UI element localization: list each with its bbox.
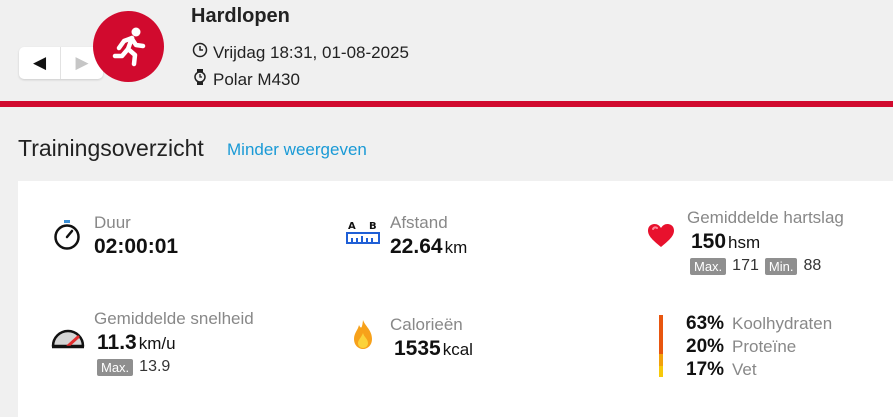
- duration-label: Duur: [94, 213, 131, 232]
- carbs-percent: 63%: [686, 313, 725, 334]
- fat-bar: [659, 366, 663, 377]
- speed-unit: km/u: [138, 334, 176, 353]
- running-sport-icon: [93, 11, 164, 82]
- stopwatch-icon: [52, 219, 82, 256]
- session-device: Polar M430: [192, 68, 300, 91]
- calories-label: Calorieën: [390, 315, 463, 334]
- heart-rate-label: Gemiddelde hartslag: [687, 208, 844, 227]
- session-datetime: Vrijdag 18:31, 01-08-2025: [192, 42, 409, 63]
- macro-distribution-bar: [659, 315, 663, 377]
- speed-max: 13.9: [139, 358, 171, 375]
- distance-ruler-icon: A B: [346, 219, 380, 254]
- energy-sources: 63% Koolhydraten 20% Proteïne 17% Vet: [686, 313, 832, 382]
- speed-value: 11.3: [97, 331, 137, 354]
- calories-unit: kcal: [442, 340, 473, 359]
- macro-row-fat: 17% Vet: [686, 359, 832, 382]
- heart-rate-stat: Gemiddelde hartslag 150 hsm Max. 171 Min.…: [687, 208, 844, 275]
- speed-max-tag: Max.: [97, 358, 134, 376]
- speed-label: Gemiddelde snelheid: [94, 309, 254, 328]
- heart-rate-range: Max. 171 Min. 88: [690, 257, 844, 275]
- session-header: ◀ ▶ Hardlopen Vrijdag 18:31, 01-08-2025 …: [0, 0, 893, 101]
- flame-icon: [352, 319, 374, 356]
- heart-rate-min: 88: [803, 257, 822, 274]
- macro-row-carbs: 63% Koolhydraten: [686, 313, 832, 336]
- heart-rate-value: 150: [691, 230, 727, 253]
- distance-value: 22.64: [390, 235, 443, 258]
- carbs-bar: [659, 315, 663, 354]
- datetime-text: Vrijdag 18:31, 01-08-2025: [213, 42, 409, 62]
- show-less-link[interactable]: Minder weergeven: [227, 140, 367, 160]
- macro-row-protein: 20% Proteïne: [686, 336, 832, 359]
- carbs-label: Koolhydraten: [732, 314, 833, 333]
- speed-range: Max. 13.9: [97, 358, 254, 376]
- sport-title: Hardlopen: [191, 5, 290, 27]
- protein-label: Proteïne: [732, 337, 797, 356]
- calories-value: 1535: [394, 337, 441, 360]
- protein-bar: [659, 354, 663, 366]
- fat-label: Vet: [732, 360, 757, 379]
- clock-icon: [192, 42, 208, 63]
- speed-stat: Gemiddelde snelheid 11.3 km/u Max. 13.9: [94, 309, 254, 376]
- duration-stat: Duur 02:00:01: [94, 213, 178, 259]
- max-tag: Max.: [690, 257, 727, 275]
- distance-unit: km: [444, 238, 468, 257]
- header-divider: [0, 101, 893, 107]
- device-text: Polar M430: [213, 69, 300, 89]
- protein-percent: 20%: [686, 336, 725, 357]
- svg-text:B: B: [369, 221, 377, 232]
- training-summary-panel: Duur 02:00:01 A B Afstand 22.64 km Gemidd…: [18, 181, 893, 417]
- section-title: Trainingsoverzicht: [18, 135, 204, 161]
- distance-label: Afstand: [390, 213, 448, 232]
- session-navigation: ◀ ▶: [19, 47, 103, 79]
- heart-rate-unit: hsm: [728, 233, 761, 252]
- svg-text:A: A: [348, 221, 356, 232]
- heart-icon: [647, 223, 675, 254]
- distance-stat: Afstand 22.64 km: [390, 213, 467, 259]
- duration-value: 02:00:01: [94, 235, 179, 258]
- heart-rate-max: 171: [732, 257, 759, 274]
- speedometer-icon: [51, 327, 85, 354]
- fat-percent: 17%: [686, 359, 725, 380]
- watch-icon: [192, 68, 208, 91]
- calories-stat: Calorieën 1535 kcal: [390, 315, 473, 361]
- previous-session-button[interactable]: ◀: [19, 47, 61, 79]
- min-tag: Min.: [764, 257, 798, 275]
